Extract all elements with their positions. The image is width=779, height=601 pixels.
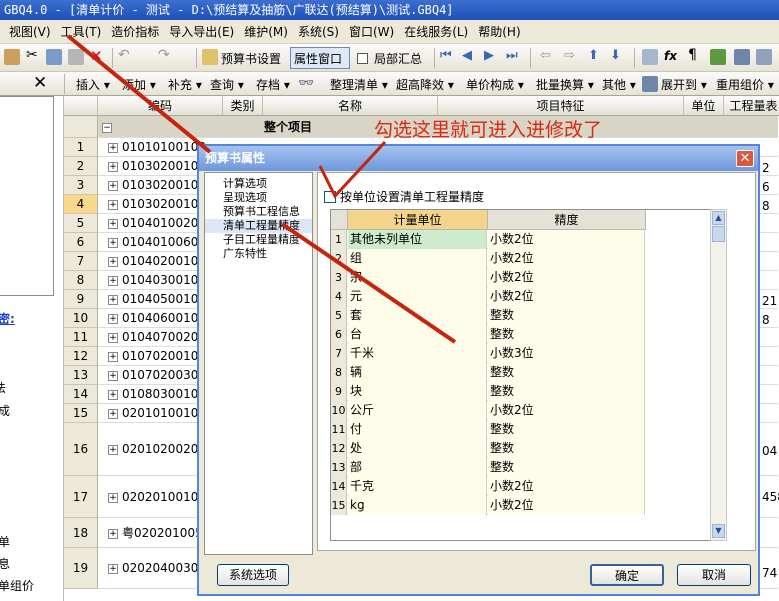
annotation-checkmark: [318, 140, 387, 199]
annotation-arrow-tools: [66, 34, 212, 154]
annotation-arrows: [66, 34, 457, 344]
annotation-text: 勾选这里就可进入进修改了: [374, 119, 603, 141]
annotation-arrow-nav: [280, 222, 457, 344]
